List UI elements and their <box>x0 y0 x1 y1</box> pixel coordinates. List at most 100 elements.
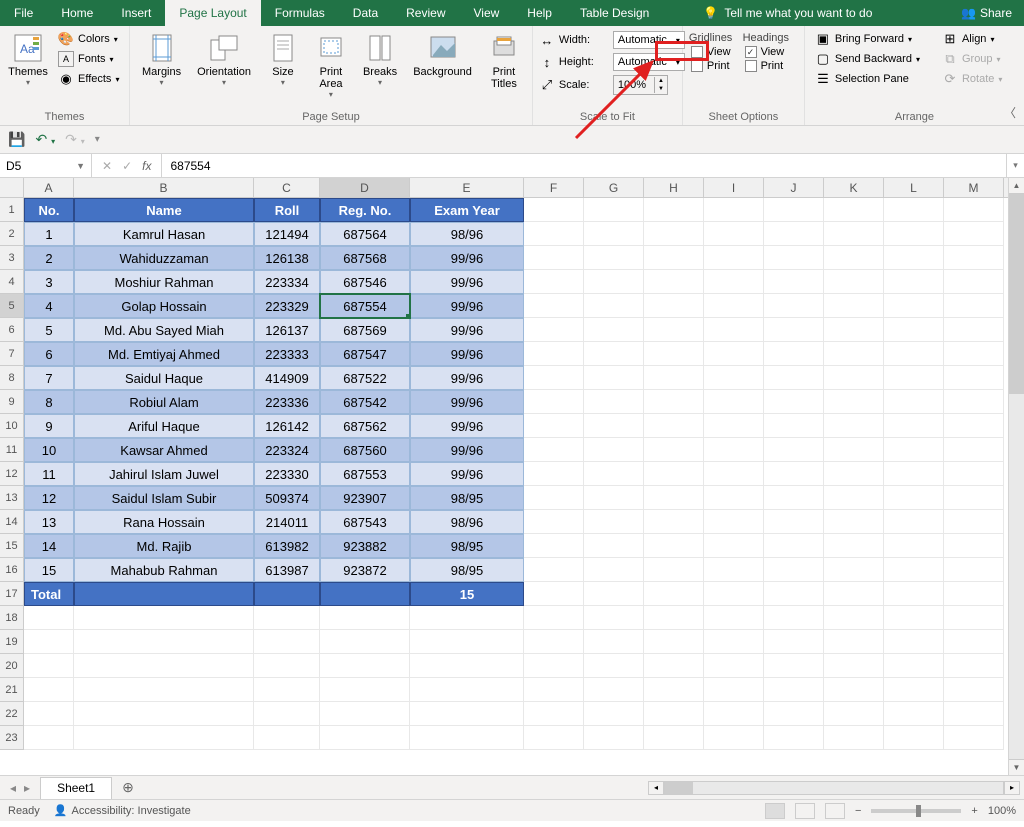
cell[interactable] <box>584 654 644 678</box>
row-header[interactable]: 2 <box>0 222 24 246</box>
cell[interactable] <box>254 702 320 726</box>
cell[interactable] <box>584 414 644 438</box>
cell[interactable] <box>584 270 644 294</box>
cell[interactable] <box>824 702 884 726</box>
cell[interactable] <box>704 558 764 582</box>
cell[interactable]: Saidul Haque <box>74 366 254 390</box>
cell[interactable] <box>524 294 584 318</box>
cell[interactable] <box>944 414 1004 438</box>
cell[interactable]: 223329 <box>254 294 320 318</box>
column-header[interactable]: H <box>644 178 704 197</box>
cell[interactable] <box>524 246 584 270</box>
cell[interactable] <box>584 222 644 246</box>
tab-table-design[interactable]: Table Design <box>566 0 663 26</box>
cell[interactable] <box>524 342 584 366</box>
cell[interactable] <box>644 654 704 678</box>
cell[interactable] <box>524 582 584 606</box>
cell[interactable] <box>704 630 764 654</box>
cell[interactable] <box>74 654 254 678</box>
cell[interactable] <box>410 630 524 654</box>
column-header[interactable]: E <box>410 178 524 197</box>
fx-icon[interactable]: fx <box>142 159 151 173</box>
cell[interactable]: Ariful Haque <box>74 414 254 438</box>
cell[interactable]: 99/96 <box>410 414 524 438</box>
print-titles-button[interactable]: Print Titles <box>482 30 526 92</box>
column-header[interactable]: J <box>764 178 824 197</box>
cell[interactable]: 99/96 <box>410 462 524 486</box>
cell[interactable] <box>704 654 764 678</box>
cell[interactable]: 99/96 <box>410 318 524 342</box>
cell[interactable] <box>254 630 320 654</box>
column-header[interactable]: G <box>584 178 644 197</box>
cell[interactable] <box>704 510 764 534</box>
cell[interactable] <box>884 414 944 438</box>
cell[interactable] <box>884 654 944 678</box>
cell[interactable] <box>764 222 824 246</box>
send-backward-button[interactable]: ▢Send Backward ▾ <box>811 50 924 68</box>
cell[interactable] <box>524 198 584 222</box>
redo-button[interactable]: ↷ ▾ <box>65 131 85 148</box>
page-layout-view-button[interactable] <box>795 803 815 819</box>
cell[interactable] <box>644 318 704 342</box>
cell[interactable] <box>704 678 764 702</box>
cell[interactable]: 98/95 <box>410 486 524 510</box>
cell[interactable] <box>704 486 764 510</box>
cell[interactable] <box>524 318 584 342</box>
row-header[interactable]: 20 <box>0 654 24 678</box>
cell[interactable] <box>644 270 704 294</box>
row-header[interactable]: 4 <box>0 270 24 294</box>
cell[interactable]: Robiul Alam <box>74 390 254 414</box>
cell[interactable] <box>644 582 704 606</box>
cell[interactable] <box>884 486 944 510</box>
orientation-button[interactable]: Orientation▾ <box>191 30 257 89</box>
cell[interactable] <box>884 294 944 318</box>
cell[interactable] <box>824 366 884 390</box>
cell[interactable]: Wahiduzzaman <box>74 246 254 270</box>
cell[interactable] <box>884 390 944 414</box>
cell[interactable] <box>584 678 644 702</box>
cell[interactable] <box>74 726 254 750</box>
cell[interactable] <box>704 390 764 414</box>
cell[interactable]: 8 <box>24 390 74 414</box>
spreadsheet-grid[interactable]: ABCDEFGHIJKLM 12345678910111213141516171… <box>0 178 1024 775</box>
cell[interactable]: 99/96 <box>410 270 524 294</box>
cell[interactable]: 11 <box>24 462 74 486</box>
cell[interactable] <box>584 342 644 366</box>
cell[interactable]: 687564 <box>320 222 410 246</box>
cell[interactable] <box>524 366 584 390</box>
name-box[interactable]: D5▼ <box>0 154 92 177</box>
cell[interactable] <box>824 510 884 534</box>
cell[interactable]: Md. Emtiyaj Ahmed <box>74 342 254 366</box>
scroll-down-button[interactable]: ▼ <box>1009 759 1024 775</box>
cell[interactable]: 687568 <box>320 246 410 270</box>
cell[interactable] <box>644 510 704 534</box>
cell[interactable] <box>524 486 584 510</box>
tell-me-search[interactable]: 💡Tell me what you want to do <box>703 0 872 26</box>
tab-help[interactable]: Help <box>513 0 566 26</box>
cell[interactable]: Mahabub Rahman <box>74 558 254 582</box>
cell[interactable] <box>584 390 644 414</box>
cell[interactable] <box>884 366 944 390</box>
cell[interactable] <box>824 678 884 702</box>
cell[interactable] <box>764 486 824 510</box>
cell[interactable]: 14 <box>24 534 74 558</box>
cell[interactable] <box>320 654 410 678</box>
row-header[interactable]: 19 <box>0 630 24 654</box>
row-header[interactable]: 7 <box>0 342 24 366</box>
cell[interactable] <box>584 246 644 270</box>
cell[interactable]: 223336 <box>254 390 320 414</box>
cell[interactable] <box>824 630 884 654</box>
cell[interactable] <box>584 486 644 510</box>
cell[interactable] <box>704 222 764 246</box>
cell[interactable] <box>824 558 884 582</box>
cell[interactable] <box>410 678 524 702</box>
zoom-out-button[interactable]: − <box>855 805 861 817</box>
cell[interactable] <box>320 630 410 654</box>
cell[interactable] <box>824 318 884 342</box>
cell[interactable] <box>410 726 524 750</box>
column-header[interactable]: L <box>884 178 944 197</box>
cell[interactable] <box>644 630 704 654</box>
cell[interactable] <box>824 654 884 678</box>
cell[interactable] <box>644 438 704 462</box>
cell[interactable] <box>824 390 884 414</box>
